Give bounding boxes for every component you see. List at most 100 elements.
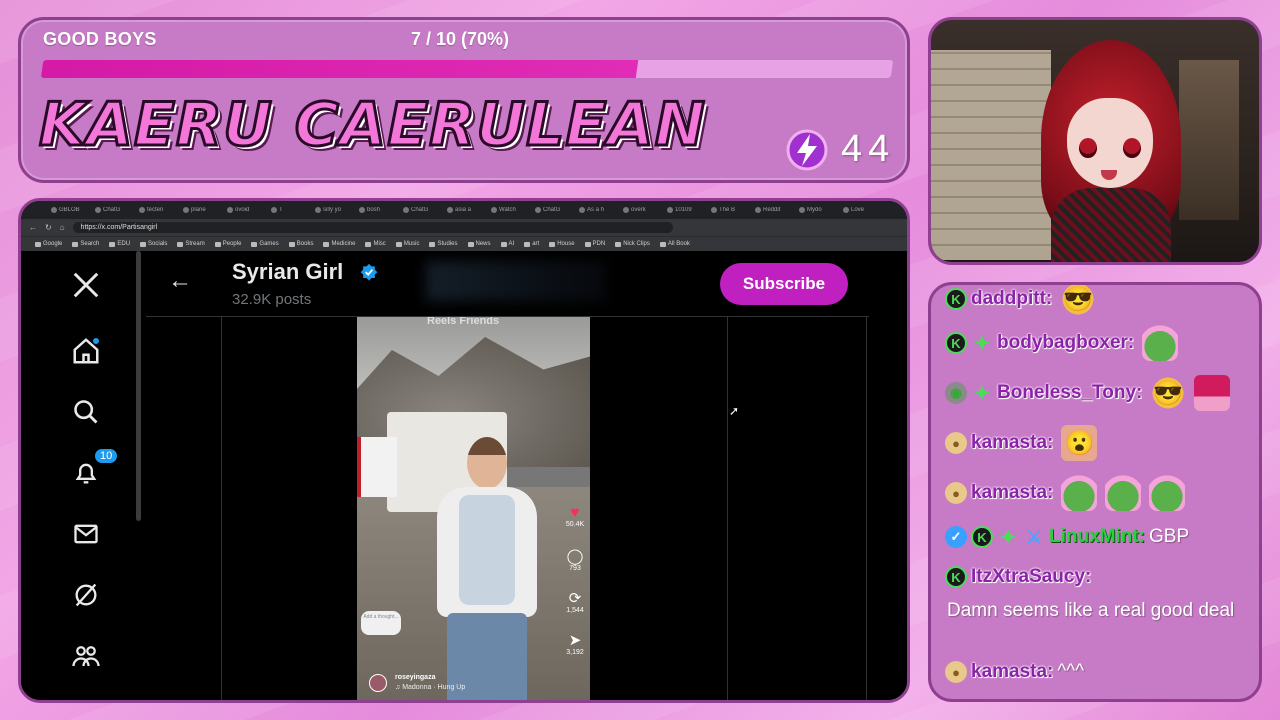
tab-favicon-icon	[799, 207, 805, 213]
tab-favicon-icon	[755, 207, 761, 213]
sword-badge-icon: ⚔	[1025, 526, 1043, 547]
reload-icon[interactable]: ↻	[45, 223, 52, 232]
browser-tab[interactable]: tecten	[139, 207, 179, 213]
browser-tab[interactable]: ChatG	[403, 207, 443, 213]
x-logo-icon[interactable]	[70, 269, 102, 301]
bookmark-label: People	[222, 241, 242, 247]
tab-favicon-icon	[667, 207, 673, 213]
share-action[interactable]: ➤ 3,192	[562, 633, 588, 657]
video-author-avatar[interactable]	[369, 674, 387, 692]
bookmark-folder[interactable]: Books	[288, 241, 313, 247]
bookmark-folder[interactable]: Socials	[140, 241, 167, 247]
browser-window: GBLOB ChatG tecten plane ovoid Tsilly yo bosh C…	[18, 198, 910, 703]
like-action[interactable]: ♥ 50.4K	[562, 504, 588, 529]
mail-icon[interactable]	[70, 518, 102, 550]
bookmark-folder[interactable]: Misc	[365, 241, 386, 247]
browser-tab[interactable]: GBLOB	[51, 207, 91, 213]
browser-tab[interactable]: ChatG	[535, 207, 575, 213]
page-scrollbar[interactable]	[136, 251, 141, 521]
chat-text: Damn seems like a real good deal	[947, 600, 1235, 621]
repost-action[interactable]: ⟳ 1,544	[562, 591, 588, 615]
tab-label: Reddit	[763, 207, 781, 213]
browser-tab[interactable]: Watch	[491, 207, 531, 213]
heart-icon: ♥	[570, 504, 580, 521]
chat-username[interactable]: daddpitt:	[971, 288, 1052, 310]
browser-tab[interactable]: The B	[711, 207, 751, 213]
browser-tab[interactable]: 10109	[667, 207, 707, 213]
browser-tab[interactable]: Mydo	[799, 207, 839, 213]
bookmark-folder[interactable]: Search	[72, 241, 99, 247]
tab-label: Mydo	[807, 207, 822, 213]
bookmark-folder[interactable]: News	[467, 241, 491, 247]
tab-label: ChatG	[543, 207, 561, 213]
folder-icon	[615, 241, 622, 247]
browser-tab[interactable]: ChatG	[95, 207, 135, 213]
browser-tab[interactable]: Reddit	[755, 207, 795, 213]
column-divider	[727, 251, 728, 700]
video-song[interactable]: ♫ Madonna · Hung Up	[395, 684, 465, 691]
chat-username[interactable]: ItzXtraSaucy:	[971, 566, 1091, 588]
cookie-badge-icon: ●	[945, 432, 967, 454]
bookmark-label: EDU	[117, 241, 131, 247]
url-field[interactable]: https://x.com/Partisangirl	[72, 222, 673, 233]
browser-tab[interactable]: plane	[183, 207, 223, 213]
bookmark-star-icon[interactable]: ⌂	[60, 223, 65, 232]
subscribe-button[interactable]: Subscribe	[720, 263, 848, 305]
bookmark-folder[interactable]: Studies	[429, 241, 458, 247]
pepe-emote-icon	[1142, 325, 1179, 361]
chat-username[interactable]: kamasta:	[971, 482, 1053, 504]
tab-favicon-icon	[227, 207, 233, 213]
bookmark-folder[interactable]: People	[214, 241, 242, 247]
blurred-overlay	[426, 261, 606, 301]
browser-tab[interactable]: T	[271, 207, 311, 213]
grok-icon[interactable]	[70, 579, 102, 611]
bookmark-folder[interactable]: All Book	[659, 241, 690, 247]
folder-icon	[395, 241, 402, 247]
folder-icon	[429, 241, 436, 247]
bookmark-folder[interactable]: art	[524, 241, 539, 247]
browser-tab[interactable]: silly yo	[315, 207, 355, 213]
chat-username[interactable]: kamasta:	[971, 432, 1053, 454]
goal-count: 7 / 10 (70%)	[411, 29, 510, 49]
chat-panel: K daddpitt: 😎 K ✦ bodybagboxer: ◉ ✦ Bone…	[928, 282, 1262, 702]
browser-tab[interactable]: Love	[843, 207, 883, 213]
chat-username[interactable]: Boneless_Tony:	[997, 382, 1142, 404]
back-nav-icon[interactable]: ←	[29, 223, 37, 232]
browser-tab[interactable]: asia a	[447, 207, 487, 213]
folder-icon	[323, 241, 330, 247]
bookmark-folder[interactable]: Music	[395, 241, 420, 247]
bookmark-folder[interactable]: EDU	[109, 241, 130, 247]
add-thought-bubble[interactable]: Add a thought...	[361, 611, 401, 635]
video-username[interactable]: roseyingaza	[395, 674, 435, 681]
profile-name: Syrian Girl	[232, 259, 344, 284]
video-player[interactable]: Reels Friends ♥ 50.4K ◯ 793 ⟳ 1,544 ➤ 3,…	[357, 317, 590, 700]
tab-label: ChatG	[411, 207, 429, 213]
browser-tab[interactable]: overk	[623, 207, 663, 213]
bookmark-folder[interactable]: Medicine	[323, 241, 355, 247]
chat-message: ● kamasta: ^^^	[945, 661, 1084, 683]
browser-tab[interactable]: bosh	[359, 207, 399, 213]
home-icon[interactable]	[70, 335, 102, 367]
bookmark-folder[interactable]: Stream	[177, 241, 205, 247]
bookmark-folder[interactable]: Google	[35, 241, 62, 247]
bookmark-folder[interactable]: Games	[251, 241, 279, 247]
search-icon[interactable]	[70, 396, 102, 428]
browser-tab[interactable]: As a h	[579, 207, 619, 213]
bookmark-folder[interactable]: House	[549, 241, 575, 247]
communities-icon[interactable]	[70, 640, 102, 672]
bookmark-folder[interactable]: PDN	[584, 241, 605, 247]
bookmark-label: Music	[403, 241, 420, 247]
tab-label: The B	[719, 207, 736, 213]
comment-count: 793	[569, 565, 581, 572]
chat-username[interactable]: LinuxMint:	[1049, 526, 1145, 548]
comment-action[interactable]: ◯ 793	[562, 549, 588, 573]
bookmark-folder[interactable]: Nick Clips	[615, 241, 650, 247]
bookmark-folder[interactable]: AI	[500, 241, 514, 247]
avatar-body	[1051, 188, 1171, 262]
back-arrow-icon[interactable]: ←	[168, 267, 192, 295]
bell-icon[interactable]: 10	[70, 447, 120, 489]
chat-username[interactable]: bodybagboxer:	[997, 332, 1134, 354]
chat-username[interactable]: kamasta:	[971, 661, 1053, 683]
browser-tab[interactable]: ovoid	[227, 207, 267, 213]
tab-favicon-icon	[359, 207, 365, 213]
